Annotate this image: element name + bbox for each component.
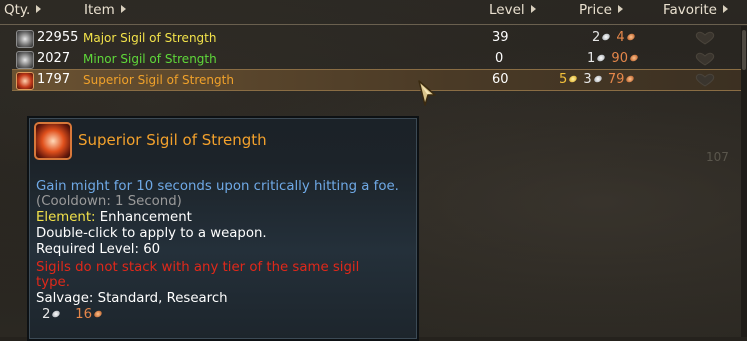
silver-coin-icon <box>596 53 607 63</box>
row-qty: 2027 <box>37 51 71 66</box>
scrollbar-thumb[interactable] <box>742 30 746 70</box>
row-item-name: Minor Sigil of Strength <box>83 52 217 66</box>
level-header-label: Level <box>489 2 525 18</box>
level-column-header[interactable]: Level <box>489 2 536 18</box>
vendor-silver: 2 <box>42 307 51 322</box>
row-level: 60 <box>492 72 509 87</box>
table-row[interactable]: 2027 Minor Sigil of Strength 0 1 90 <box>12 49 747 69</box>
favorite-header-label: Favorite <box>663 2 717 18</box>
price-copper: 90 <box>611 51 628 66</box>
copper-coin-icon <box>93 309 104 319</box>
silver-coin-icon <box>601 32 612 42</box>
silver-coin-icon <box>592 74 603 84</box>
item-tooltip: Superior Sigil of Strength Gain might fo… <box>27 116 419 341</box>
row-price: 1 90 <box>587 51 640 66</box>
sort-arrow-icon <box>617 5 623 13</box>
sigil-icon <box>16 51 34 69</box>
price-silver: 1 <box>587 51 596 66</box>
row-price: 5 3 79 <box>559 72 636 87</box>
tooltip-warning: Sigils do not stack with any tier of the… <box>36 260 360 275</box>
tooltip-title: Superior Sigil of Strength <box>78 131 267 149</box>
favorite-heart-icon[interactable] <box>694 73 716 87</box>
price-column-header[interactable]: Price <box>579 2 623 18</box>
element-value: Enhancement <box>99 210 192 225</box>
tooltip-effect: Gain might for 10 seconds upon criticall… <box>36 179 399 194</box>
sigil-icon <box>16 30 34 48</box>
favorite-heart-icon[interactable] <box>694 31 716 45</box>
vendor-copper: 16 <box>75 307 93 322</box>
row-item-name: Major Sigil of Strength <box>83 31 217 45</box>
qty-column-header[interactable]: Qty. <box>4 2 42 18</box>
row-item-name: Superior Sigil of Strength <box>83 73 234 87</box>
mouse-cursor-icon <box>418 80 436 106</box>
superior-sigil-icon <box>16 72 34 90</box>
row-price: 2 4 <box>592 30 637 45</box>
sort-arrow-icon <box>722 5 728 13</box>
header-divider <box>0 24 747 25</box>
item-header-label: Item <box>84 2 115 18</box>
tooltip-warning-cont: type. <box>36 275 70 290</box>
copper-coin-icon <box>625 74 636 84</box>
item-column-header[interactable]: Item <box>84 2 126 18</box>
price-copper: 4 <box>616 30 625 45</box>
gold-coin-icon <box>568 74 579 84</box>
tooltip-element: Element: Enhancement <box>36 210 192 226</box>
column-header-bar: Qty. Item Level Price Favorite <box>0 0 747 22</box>
tooltip-required-level: Required Level: 60 <box>36 242 161 257</box>
row-qty: 1797 <box>37 72 71 87</box>
tooltip-vendor-value: 2 16 <box>42 307 104 323</box>
sort-arrow-icon <box>36 5 42 13</box>
favorite-heart-icon[interactable] <box>694 52 716 66</box>
price-silver: 3 <box>583 72 592 87</box>
favorite-column-header[interactable]: Favorite <box>663 2 728 18</box>
row-level: 39 <box>492 30 509 45</box>
table-row[interactable]: 22955 Major Sigil of Strength 39 2 4 <box>12 28 747 48</box>
sort-arrow-icon <box>530 5 536 13</box>
tooltip-usage: Double-click to apply to a weapon. <box>36 226 267 241</box>
row-level: 0 <box>495 51 504 66</box>
sort-arrow-icon <box>120 5 126 13</box>
superior-sigil-icon <box>34 122 72 160</box>
silver-coin-icon <box>51 309 62 319</box>
scrollbar[interactable] <box>741 26 747 337</box>
qty-header-label: Qty. <box>4 2 31 18</box>
element-label: Element: <box>36 210 96 225</box>
copper-coin-icon <box>625 32 636 42</box>
price-gold: 5 <box>559 72 568 87</box>
tooltip-cooldown: (Cooldown: 1 Second) <box>36 194 182 209</box>
price-silver: 2 <box>592 30 601 45</box>
tooltip-salvage: Salvage: Standard, Research <box>36 291 228 306</box>
table-row-selected[interactable]: 1797 Superior Sigil of Strength 60 5 3 7… <box>12 69 747 91</box>
price-header-label: Price <box>579 2 612 18</box>
faded-background-text: 107 <box>706 150 729 164</box>
price-copper: 79 <box>607 72 625 87</box>
row-qty: 22955 <box>37 30 79 45</box>
copper-coin-icon <box>629 53 639 63</box>
